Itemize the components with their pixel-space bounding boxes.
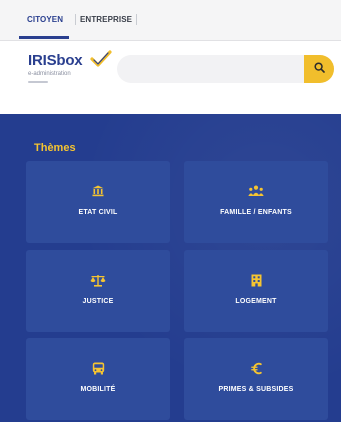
theme-card-label: FAMILLE / ENFANTS [220, 209, 292, 216]
search-bar [117, 55, 334, 83]
building-icon [184, 274, 328, 290]
theme-card-justice[interactable]: JUSTICE [26, 250, 170, 332]
search-icon [313, 60, 325, 78]
theme-card-label: LOGEMENT [235, 298, 277, 305]
tab-divider [136, 14, 137, 25]
scales-icon [26, 274, 170, 290]
top-navigation: CITOYEN ENTREPRISE [0, 0, 341, 41]
site-header: IRISbox e-administration [0, 41, 341, 96]
tab-active-indicator [19, 36, 69, 39]
theme-card-label: PRIMES & SUBSIDES [218, 386, 294, 393]
search-button[interactable] [304, 55, 334, 83]
theme-card-mobilite[interactable]: MOBILITÉ [26, 338, 170, 420]
logo-wordmark: IRISbox [28, 52, 83, 69]
logo-tagline [28, 80, 48, 85]
theme-card-label: ETAT CIVIL [78, 209, 118, 216]
themes-section: Thèmes ETAT CIVIL FAMILLE / ENFANTS JUST… [0, 114, 341, 422]
theme-card-logement[interactable]: LOGEMENT [184, 250, 328, 332]
tab-divider [75, 14, 76, 25]
theme-card-primes-subsides[interactable]: PRIMES & SUBSIDES [184, 338, 328, 420]
theme-card-label: JUSTICE [82, 298, 114, 305]
family-icon [184, 185, 328, 200]
bank-icon [26, 185, 170, 200]
bus-icon [26, 362, 170, 378]
tab-citoyen[interactable]: CITOYEN [27, 15, 63, 24]
logo-subtitle: e-administration [28, 71, 71, 77]
search-input[interactable] [127, 60, 291, 80]
theme-card-label: MOBILITÉ [80, 386, 116, 393]
theme-card-famille-enfants[interactable]: FAMILLE / ENFANTS [184, 161, 328, 243]
theme-card-etat-civil[interactable]: ETAT CIVIL [26, 161, 170, 243]
euro-icon [184, 362, 328, 378]
irisbox-logo[interactable]: IRISbox e-administration [28, 50, 118, 92]
tab-entreprise[interactable]: ENTREPRISE [80, 15, 132, 24]
checkmark-icon [90, 50, 112, 73]
themes-title: Thèmes [34, 142, 76, 154]
